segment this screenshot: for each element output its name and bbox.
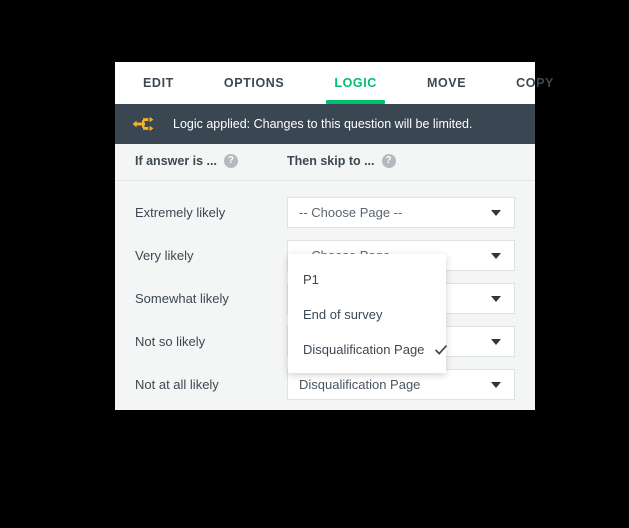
skip-to-select-not-at-all-likely[interactable]: Disqualification Page	[287, 369, 515, 400]
tab-copy[interactable]: COPY	[510, 62, 560, 104]
tab-options[interactable]: OPTIONS	[218, 62, 290, 104]
tab-move[interactable]: MOVE	[421, 62, 472, 104]
tab-move-label: MOVE	[426, 76, 467, 90]
chevron-down-icon	[491, 381, 501, 388]
chevron-down-icon	[491, 209, 501, 216]
tab-bar: EDIT OPTIONS LOGIC MOVE COPY	[115, 62, 553, 104]
answer-label-not-at-all-likely: Not at all likely	[135, 377, 219, 392]
logic-applied-banner: Logic applied: Changes to this question …	[115, 104, 535, 144]
dropdown-option-p1[interactable]: P1	[288, 262, 446, 297]
tab-edit-label: EDIT	[143, 76, 174, 90]
tab-edit[interactable]: EDIT	[137, 62, 180, 104]
skip-to-dropdown-menu: P1 End of survey Disqualification Page	[288, 254, 448, 373]
dropdown-option-end-of-survey[interactable]: End of survey	[288, 297, 446, 332]
logic-column-headers: If answer is ... ? Then skip to ... ?	[115, 144, 535, 181]
column-header-then-skip-to-label: Then skip to ...	[287, 154, 375, 168]
skip-to-select-value: -- Choose Page --	[299, 205, 403, 220]
chevron-down-icon	[491, 252, 501, 259]
skip-to-select-extremely-likely[interactable]: -- Choose Page --	[287, 197, 515, 228]
question-logic-panel: EDIT OPTIONS LOGIC MOVE COPY Logic appli…	[115, 62, 553, 410]
column-header-then-skip-to: Then skip to ... ?	[287, 154, 396, 168]
answer-label-very-likely: Very likely	[135, 248, 194, 263]
dropdown-option-label: P1	[303, 272, 319, 287]
tab-logic-label: LOGIC	[334, 76, 377, 90]
logic-row: Extremely likely -- Choose Page --	[115, 191, 535, 234]
chevron-down-icon	[491, 338, 501, 345]
dropdown-option-label: Disqualification Page	[303, 342, 425, 357]
dropdown-option-disqualification-page[interactable]: Disqualification Page	[288, 332, 448, 367]
answer-label-somewhat-likely: Somewhat likely	[135, 291, 229, 306]
help-circle-icon[interactable]: ?	[223, 154, 238, 168]
logic-applied-banner-text: Logic applied: Changes to this question …	[173, 117, 473, 131]
help-circle-icon[interactable]: ?	[381, 154, 396, 168]
answer-label-not-so-likely: Not so likely	[135, 334, 206, 349]
logic-branch-icon	[131, 112, 155, 136]
chevron-down-icon	[491, 295, 501, 302]
column-header-if-answer-is: If answer is ... ?	[135, 154, 238, 168]
column-header-if-answer-is-label: If answer is ...	[135, 154, 217, 168]
tab-logic[interactable]: LOGIC	[326, 62, 385, 104]
answer-label-extremely-likely: Extremely likely	[135, 205, 226, 220]
tab-copy-label: COPY	[516, 76, 554, 90]
dropdown-option-label: End of survey	[303, 307, 383, 322]
tab-options-label: OPTIONS	[223, 76, 285, 90]
skip-to-select-value: Disqualification Page	[299, 377, 421, 392]
check-icon	[434, 343, 448, 357]
